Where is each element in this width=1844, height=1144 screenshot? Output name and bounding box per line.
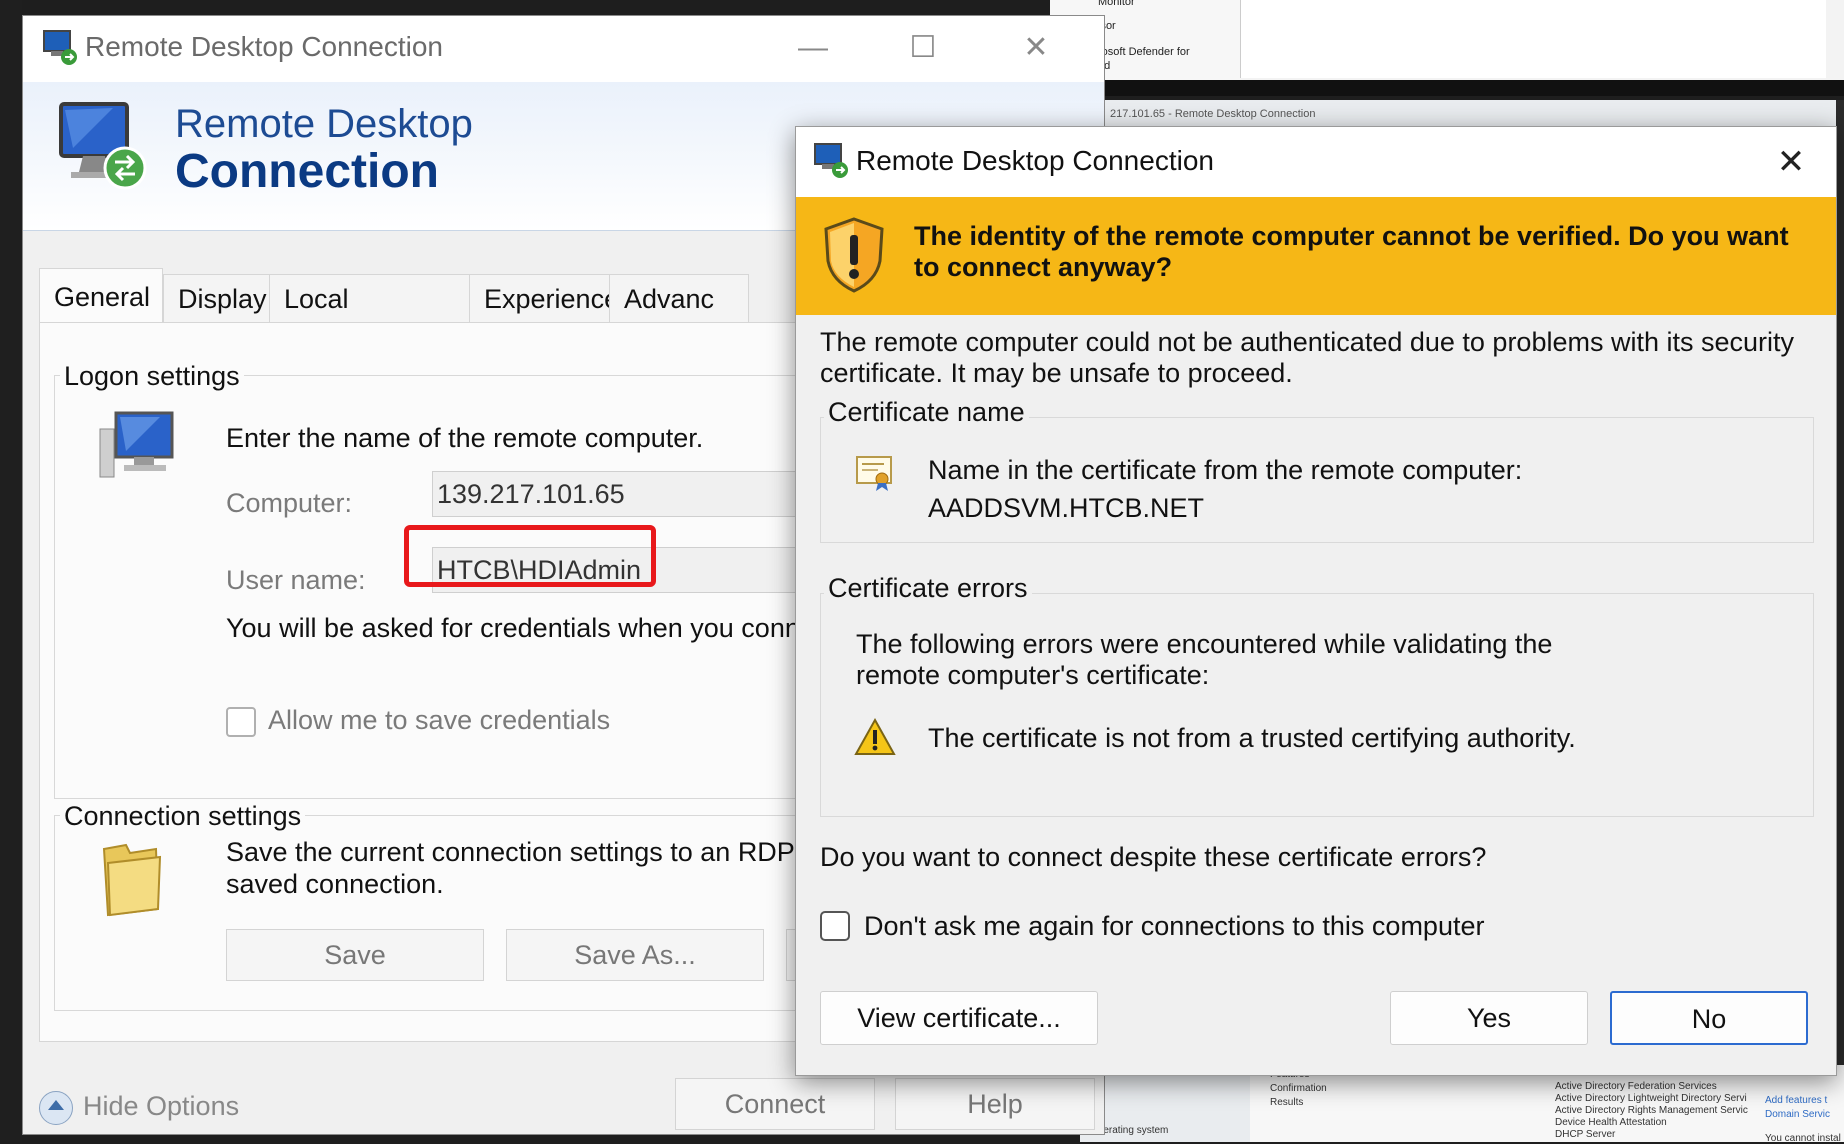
highlight-annotation — [404, 525, 656, 587]
chevron-up-icon — [39, 1091, 73, 1125]
tab-experience[interactable]: Experience — [469, 274, 619, 323]
certificate-errors-group — [820, 593, 1814, 817]
background-list-item: Active Directory Rights Management Servi… — [1555, 1105, 1748, 1116]
yes-button[interactable]: Yes — [1390, 991, 1588, 1045]
help-button[interactable]: Help — [895, 1078, 1095, 1130]
background-list-item: Active Directory Lightweight Directory S… — [1555, 1093, 1747, 1104]
folder-icon — [102, 843, 162, 917]
dialog-title-bar: Remote Desktop Connection ✕ — [796, 127, 1836, 197]
desktop-background — [0, 0, 22, 1142]
username-label: User name: — [226, 565, 366, 595]
maximize-button[interactable]: ☐ — [893, 26, 953, 70]
background-edge — [1836, 100, 1844, 1142]
logon-settings-label: Logon settings — [60, 361, 244, 392]
background-window-content — [1240, 0, 1826, 78]
banner-title-line1: Remote Desktop — [175, 102, 473, 146]
main-window-title: Remote Desktop Connection — [85, 31, 443, 62]
certificate-name-label: Certificate name — [824, 397, 1029, 428]
background-link: Add features t — [1765, 1095, 1828, 1106]
rdc-app-icon — [43, 30, 77, 65]
rdc-banner-icon — [59, 102, 147, 190]
certificate-errors-intro: The following errors were encountered wh… — [856, 629, 1553, 690]
hide-options-label: Hide Options — [83, 1091, 240, 1122]
certificate-error-item: The certificate is not from a trusted ce… — [928, 723, 1576, 753]
no-button[interactable]: No — [1610, 991, 1808, 1045]
certificate-warning-dialog: Remote Desktop Connection ✕ The identity… — [795, 126, 1837, 1076]
background-note: You cannot instal — [1765, 1133, 1841, 1144]
connection-desc-line2: saved connection. — [226, 869, 444, 899]
warning-banner: The identity of the remote computer cann… — [796, 197, 1836, 315]
background-nav-item: Monitor — [1098, 0, 1135, 8]
background-list-item: DHCP Server — [1555, 1129, 1616, 1140]
warning-heading: The identity of the remote computer cann… — [914, 221, 1789, 282]
main-title-bar: Remote Desktop Connection — ☐ ✕ — [23, 16, 1104, 82]
connect-button[interactable]: Connect — [675, 1078, 875, 1130]
logon-instruction: Enter the name of the remote computer. — [226, 423, 704, 453]
dont-ask-again-checkbox[interactable] — [820, 911, 850, 941]
view-certificate-button[interactable]: View certificate... — [820, 991, 1098, 1045]
dialog-close-button[interactable]: ✕ — [1766, 137, 1816, 187]
tab-advanced[interactable]: Advanc — [609, 274, 749, 323]
save-button[interactable]: Save — [226, 929, 484, 981]
tab-local-resources[interactable]: Local Resources — [269, 274, 471, 362]
dialog-body-text: The remote computer could not be authent… — [820, 327, 1795, 388]
computer-label: Computer: — [226, 488, 353, 518]
dialog-title: Remote Desktop Connection — [856, 145, 1214, 176]
connection-settings-label: Connection settings — [60, 801, 306, 832]
hide-options-toggle[interactable]: Hide Options — [39, 1091, 239, 1125]
credentials-note: You will be asked for credentials when y… — [226, 613, 800, 643]
certificate-icon — [856, 456, 892, 491]
connect-question: Do you want to connect despite these cer… — [820, 842, 1487, 872]
background-nav-item: rosoft Defender for — [1098, 46, 1190, 58]
security-shield-icon — [824, 217, 884, 293]
certificate-name-intro: Name in the certificate from the remote … — [928, 455, 1523, 485]
computer-icon — [99, 411, 174, 478]
rdc-app-icon — [814, 143, 848, 178]
save-as-button[interactable]: Save As... — [506, 929, 764, 981]
background-side-item: Results — [1270, 1097, 1304, 1108]
allow-save-credentials-checkbox[interactable] — [226, 707, 256, 737]
tab-general[interactable]: General — [39, 268, 163, 325]
connection-desc-line1: Save the current connection settings to … — [226, 837, 795, 867]
background-list-item: Active Directory Federation Services — [1555, 1081, 1717, 1092]
background-server-manager-panel: Features Confirmation Results Operating … — [1090, 1065, 1844, 1144]
background-side-item: Confirmation — [1270, 1083, 1327, 1094]
background-list-item: Device Health Attestation — [1555, 1117, 1667, 1128]
background-link: Domain Servic — [1765, 1109, 1831, 1120]
allow-save-credentials-label: Allow me to save credentials — [268, 705, 611, 735]
tab-display[interactable]: Display — [163, 274, 271, 323]
certificate-errors-label: Certificate errors — [824, 573, 1032, 604]
close-button[interactable]: ✕ — [1006, 26, 1066, 70]
background-divider — [1050, 80, 1844, 96]
banner-title-line2: Connection — [175, 145, 439, 198]
minimize-button[interactable]: — — [783, 26, 843, 70]
dont-ask-again-label: Don't ask me again for connections to th… — [864, 911, 1485, 941]
warning-triangle-icon — [854, 717, 896, 755]
background-rdp-window-title: 217.101.65 - Remote Desktop Connection — [1110, 108, 1316, 120]
certificate-name-value: AADDSVM.HTCB.NET — [928, 493, 1205, 523]
